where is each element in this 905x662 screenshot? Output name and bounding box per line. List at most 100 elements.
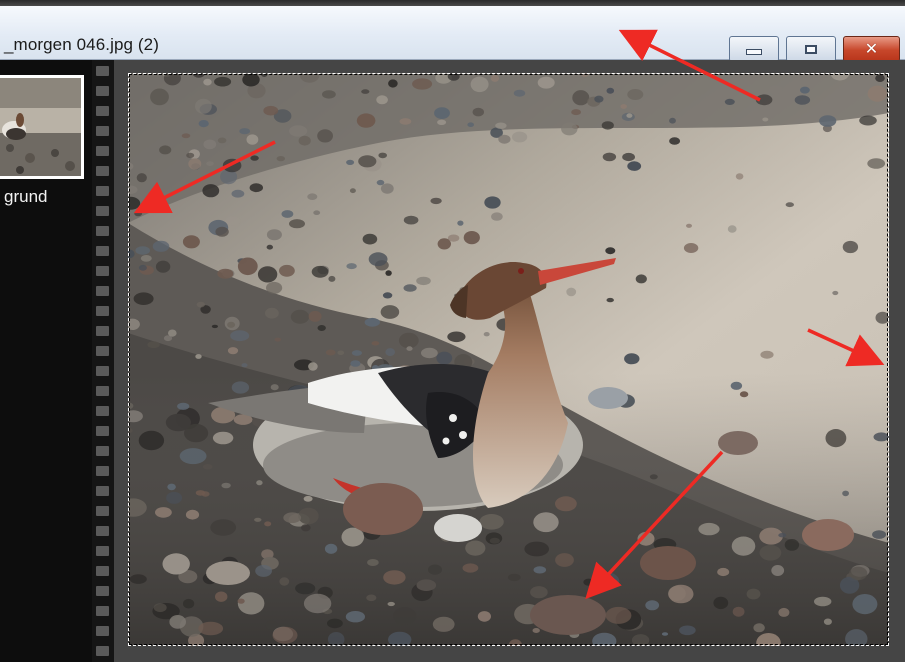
pebble [159,145,172,155]
pebble [138,264,147,271]
pebble [361,89,370,94]
pebble [491,212,503,221]
pebble [303,495,313,502]
layer-name[interactable]: grund [4,187,47,207]
pebble [210,519,237,536]
pebble [571,109,581,116]
pebble [873,432,889,442]
pebble [351,350,362,356]
pebble [155,260,171,273]
layer-thumbnail[interactable] [0,75,84,179]
pebble [842,490,849,497]
pebble [477,611,491,622]
pebble [428,564,442,575]
pebble [382,292,393,299]
pebble [153,603,167,613]
pebble [203,78,212,86]
pebble [198,120,209,128]
pebble [202,464,213,470]
pebble [731,536,756,556]
pebble [800,86,810,94]
maximize-button[interactable] [786,36,836,62]
pebble [785,202,794,208]
pebble [217,268,234,279]
pebble [134,211,143,217]
pebble [133,292,154,305]
pebble [215,226,229,237]
pebble [290,309,310,324]
pebble [337,350,345,356]
pebble [730,381,743,390]
minimize-button[interactable] [729,36,779,62]
pebble [212,431,234,445]
pebble [532,628,540,633]
pebble [561,122,578,136]
pebble [295,582,316,595]
pebble [437,119,447,125]
pebble [195,354,202,359]
film-hole [96,186,109,196]
pebble [376,179,385,186]
pebble [317,129,333,143]
image-window: _morgen 046.jpg (2) ✕ grund [0,0,905,662]
pebble [755,94,773,106]
pebble [620,104,627,109]
pebble [513,89,526,97]
pebble [530,586,548,599]
pebble [724,98,735,105]
pebble [380,305,400,319]
pebble [198,621,224,636]
pebble [298,507,319,525]
close-button[interactable]: ✕ [843,36,900,62]
pebble [167,483,176,491]
pebble [371,341,380,346]
pebble [507,573,521,582]
pebble [368,252,388,267]
pebble [383,570,406,585]
pebble [746,588,761,600]
pebble [661,632,669,636]
pebble [867,158,886,169]
pebble [403,215,419,225]
pebble [317,325,326,331]
pebble [403,284,417,292]
pebble [434,107,450,119]
pebble [266,281,283,294]
pebble [794,95,811,105]
pebble [307,193,318,200]
pebble [364,317,380,327]
pebble [683,243,699,253]
pebble [327,618,343,629]
pebble [784,539,800,551]
pebble [760,350,774,359]
pebble [778,607,790,617]
pebble [398,332,419,349]
pebble [246,134,259,145]
pebble [362,233,378,245]
pebble [533,512,559,533]
pebble [627,89,644,100]
pebble [224,216,241,226]
pebble [635,274,647,284]
pebble [221,482,231,489]
pebble [358,155,377,168]
pebble [572,90,590,106]
pebble [265,307,279,319]
pebble [249,183,263,193]
photo-canvas[interactable] [128,73,889,646]
film-hole [96,506,109,516]
pebble [605,247,616,255]
pebble [227,321,236,328]
title-bar[interactable]: _morgen 046.jpg (2) ✕ [0,6,905,62]
pebble [768,85,783,94]
pebble [825,429,847,448]
pebble [231,189,245,198]
film-hole [96,226,109,236]
pebble [406,346,413,351]
pebble [601,121,614,130]
close-icon: ✕ [864,39,879,58]
pebble [140,255,152,262]
film-hole [96,606,109,616]
pebble [778,533,787,538]
pebble [380,183,394,194]
